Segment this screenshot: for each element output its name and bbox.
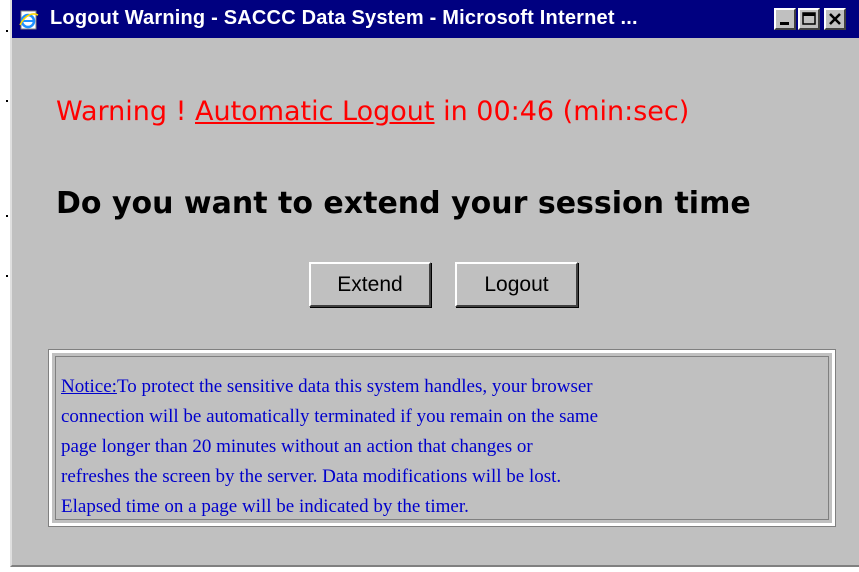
title-bar[interactable]: Logout Warning - SACCC Data System - Mic…	[12, 0, 859, 38]
logout-warning-dialog: Logout Warning - SACCC Data System - Mic…	[10, 0, 859, 567]
maximize-icon	[802, 12, 816, 25]
notice-panel: Notice:To protect the sensitive data thi…	[48, 349, 836, 527]
window-title: Logout Warning - SACCC Data System - Mic…	[50, 7, 638, 29]
automatic-logout-link[interactable]: Automatic Logout	[195, 96, 435, 127]
notice-line: Elapsed time on a page will be indicated…	[61, 496, 469, 517]
minimize-icon	[780, 22, 789, 25]
notice-line: connection will be automatically termina…	[61, 406, 599, 427]
ie-page-icon[interactable]	[18, 9, 40, 31]
notice-line: page longer than 20 minutes without an a…	[61, 436, 533, 457]
notice-text: Notice:To protect the sensitive data thi…	[55, 356, 829, 520]
minimize-button[interactable]	[774, 8, 796, 30]
notice-line-text: To protect the sensitive data this syste…	[116, 376, 593, 397]
warning-prefix: Warning !	[56, 96, 195, 127]
notice-line: Notice:To protect the sensitive data thi…	[61, 372, 824, 402]
logout-button[interactable]: Logout	[455, 262, 578, 307]
extend-button[interactable]: Extend	[309, 262, 431, 307]
extend-session-question: Do you want to extend your session time	[56, 186, 751, 221]
countdown-text: in 00:46 (min:sec)	[434, 96, 690, 127]
close-button[interactable]	[824, 8, 846, 30]
background-window-edge	[0, 0, 10, 567]
notice-line: refreshes the screen by the server. Data…	[61, 466, 562, 487]
close-icon	[829, 13, 841, 25]
maximize-button[interactable]	[798, 8, 820, 30]
logout-countdown-warning: Warning ! Automatic Logout in 00:46 (min…	[56, 96, 689, 127]
notice-label: Notice:	[61, 376, 117, 397]
